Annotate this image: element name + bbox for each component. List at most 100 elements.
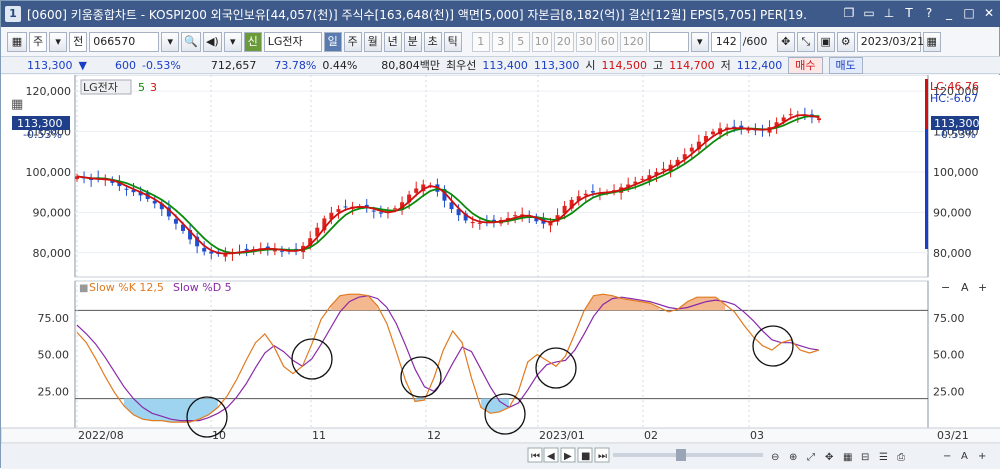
crosshair-icon[interactable]: ✥ [776, 31, 795, 52]
fit-icon[interactable]: ⤢ [807, 452, 815, 463]
table-icon[interactable]: ▦ [11, 97, 23, 112]
interval-1[interactable]: 1 [471, 31, 490, 52]
price-change: 600 [114, 58, 136, 72]
current-price: 113,300 [27, 58, 73, 72]
date-input[interactable]: 2023/03/21 [856, 31, 924, 52]
price-ytick-right: 90,000 [933, 206, 972, 219]
candle-body [173, 219, 178, 224]
scroll-thumb[interactable] [676, 449, 686, 461]
panel-add-icon[interactable]: + [978, 451, 986, 462]
open-price: 114,500 [601, 58, 648, 72]
range-bar-down [925, 129, 928, 249]
chevron-down-icon[interactable]: ▾ [161, 31, 180, 52]
list-icon[interactable]: ☰ [879, 452, 888, 463]
last-icon: ⏭ [598, 451, 607, 462]
window-title: [0600] 키움종합차트 - KOSPI200 외국인보유[44,057(천)… [27, 7, 807, 22]
grid-icon[interactable]: ▦ [7, 31, 27, 52]
buy-button[interactable]: 매수 [788, 56, 823, 74]
sell-button[interactable]: 매도 [828, 56, 863, 74]
interval-5[interactable]: 5 [511, 31, 530, 52]
interval-3[interactable]: 3 [491, 31, 510, 52]
tf-minute[interactable]: 분 [403, 31, 422, 52]
prev-icon: ◀ [547, 451, 555, 462]
change-rate: -0.53% [141, 58, 181, 72]
interval-20[interactable]: 20 [553, 31, 574, 52]
tf-second[interactable]: 초 [423, 31, 442, 52]
best-bid: 113,300 [533, 58, 580, 72]
zoom-in-icon[interactable]: ⊕ [789, 452, 797, 463]
open-label: 시 [585, 59, 596, 72]
before-select[interactable]: 전 [69, 31, 88, 52]
stock-name-input[interactable]: LG전자 [263, 31, 322, 52]
stoch-ytick-right: 50.00 [933, 349, 965, 362]
low-price: 112,400 [736, 58, 783, 72]
crosshair-toggle-icon[interactable]: ✥ [825, 452, 833, 463]
close-icon[interactable]: ✕ [981, 5, 997, 21]
chart-window: 1 [0600] 키움종합차트 - KOSPI200 외국인보유[44,057(… [0, 0, 1000, 469]
stoch-ytick-left: 75.00 [38, 312, 70, 325]
legend-ma-slow: 3 [150, 81, 157, 94]
trade-amount: 80,804백만 [381, 59, 441, 72]
price-ytick-left: 100,000 [26, 166, 72, 179]
print-icon[interactable]: ⎙ [897, 452, 905, 463]
restore-icon[interactable]: ❐ [841, 5, 857, 21]
grid-toggle-icon[interactable]: ▦ [843, 452, 852, 463]
sound-icon[interactable]: ◀) [202, 31, 222, 52]
candle-body [590, 191, 595, 193]
min-icon[interactable]: _ [941, 5, 957, 21]
tf-day[interactable]: 일 [323, 31, 342, 52]
stoch-panel-min-icon[interactable]: − [941, 281, 950, 294]
scroll-track[interactable] [613, 453, 763, 457]
stoch-ytick-left: 50.00 [38, 349, 70, 362]
chevron-down-icon[interactable]: ▾ [49, 31, 68, 52]
settings-icon[interactable]: ⚙ [836, 31, 855, 52]
volume: 712,657 [210, 58, 257, 72]
help-icon[interactable]: ? [921, 5, 937, 21]
pin-icon[interactable]: ⊥ [881, 5, 897, 21]
save-icon[interactable]: ▣ [816, 31, 835, 52]
tf-week[interactable]: 주 [343, 31, 362, 52]
next-icon: ▶ [564, 451, 572, 462]
panel-font-icon[interactable]: A [961, 451, 968, 462]
zoom-icon[interactable]: ⤡ [796, 31, 815, 52]
x-tick-label: 11 [312, 429, 326, 442]
stock-kind-badge[interactable]: 신 [243, 31, 262, 52]
search-icon[interactable]: 🔍 [181, 31, 201, 52]
period-select[interactable]: 주 [29, 31, 48, 52]
minimize-icon[interactable]: ▭ [861, 5, 877, 21]
stoch-panel-font-icon[interactable]: A [961, 281, 969, 294]
stock-chart[interactable]: 80,000 80,000 90,000 90,000 100,000 100,000 11… [1, 75, 1000, 469]
legend-slow-d: Slow %D 5 [173, 281, 232, 294]
interval-120[interactable]: 120 [619, 31, 647, 52]
down-arrow-icon: ▼ [78, 58, 87, 72]
text-icon[interactable]: T [901, 5, 917, 21]
chevron-down-icon[interactable]: ▾ [223, 31, 242, 52]
candle-body [640, 178, 645, 180]
interval-10[interactable]: 10 [531, 31, 552, 52]
tf-year[interactable]: 년 [383, 31, 402, 52]
tf-month[interactable]: 월 [363, 31, 382, 52]
ruler-icon[interactable]: ⊟ [861, 452, 869, 463]
candle-body [336, 209, 341, 212]
interval-custom-input[interactable] [648, 31, 689, 52]
first-icon: ⏮ [531, 451, 540, 462]
max-icon[interactable]: □ [961, 5, 977, 21]
title-bar[interactable]: 1 [0600] 키움종합차트 - KOSPI200 외국인보유[44,057(… [1, 1, 1000, 27]
interval-30[interactable]: 30 [575, 31, 596, 52]
panel-min-icon[interactable]: − [943, 451, 951, 462]
chevron-down-icon[interactable]: ▾ [690, 31, 709, 52]
stoch-panel-add-icon[interactable]: + [978, 281, 987, 294]
calendar-icon[interactable]: ▦ [922, 31, 941, 52]
count-input[interactable]: 142 [710, 31, 741, 52]
stoch-legend-marker: ■ [79, 283, 88, 294]
stoch-ytick-right: 25.00 [933, 385, 965, 398]
quote-bar: 113,300 ▼ 600 -0.53% 712,657 73.78% 0.44… [1, 56, 1000, 74]
stock-code-input[interactable]: 066570 [89, 31, 160, 52]
zoom-out-icon[interactable]: ⊖ [771, 452, 779, 463]
candle-body [788, 114, 793, 116]
price-ytick-right: 80,000 [933, 247, 972, 260]
tf-tick[interactable]: 틱 [443, 31, 462, 52]
interval-60[interactable]: 60 [597, 31, 618, 52]
candle-body [371, 210, 376, 212]
candle-body [711, 131, 715, 135]
